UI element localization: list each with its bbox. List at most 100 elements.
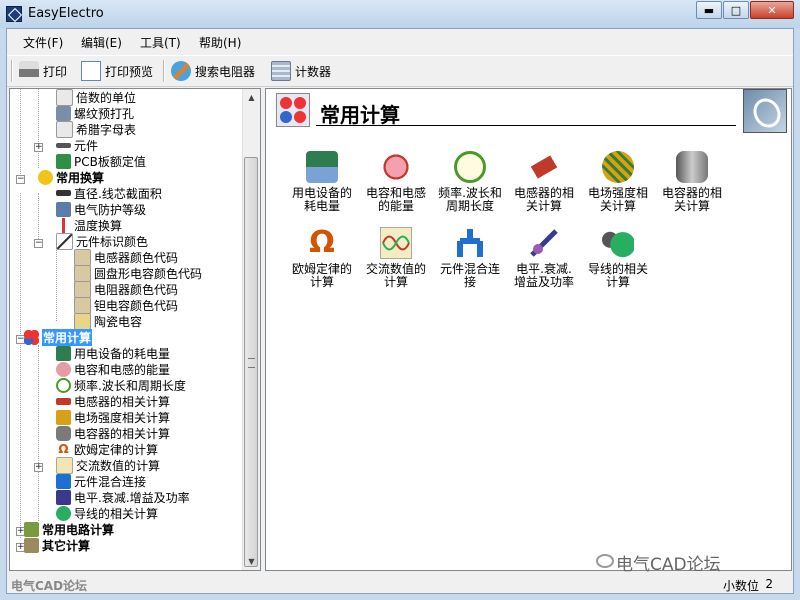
circuit-icon — [24, 521, 39, 537]
inductor-icon — [74, 248, 91, 266]
calc-item-mixed[interactable]: 元件混合连接 — [432, 227, 508, 289]
tree-node[interactable]: 常用换算 — [38, 169, 104, 185]
power-icon — [56, 345, 71, 361]
expand-toggle[interactable]: + — [34, 143, 43, 152]
calculator-button[interactable]: 计数器 — [271, 59, 331, 83]
expand-toggle[interactable]: + — [34, 463, 43, 472]
close-button[interactable]: ✕ — [750, 1, 794, 19]
menu-bar: 文件(F) 编辑(E) 工具(T) 帮助(H) — [7, 29, 793, 53]
search-resistor-button[interactable]: 搜索电阻器 — [171, 59, 255, 83]
menu-tools[interactable]: 工具(T) — [140, 34, 181, 51]
tree-node[interactable]: 希腊字母表 — [56, 120, 136, 138]
mixed-icon — [56, 473, 71, 489]
navigation-tree[interactable]: + − − − + + + 倍数的单位 螺纹预打孔 希腊字母表 元件 PCB板额… — [9, 88, 261, 571]
tree-node[interactable]: 电场强度相关计算 — [56, 409, 170, 425]
tree-node[interactable]: 倍数的单位 — [56, 89, 136, 106]
minimize-button[interactable]: ▬ — [696, 1, 722, 19]
calc-item-ohm[interactable]: Ω 欧姆定律的 计算 — [284, 227, 360, 289]
calc-item-field[interactable]: 电场强度相 关计算 — [580, 151, 656, 213]
tree-node[interactable]: 交流数值的计算 — [56, 456, 160, 474]
print-button[interactable]: 打印 — [19, 59, 67, 83]
component-icon — [56, 142, 71, 148]
tree-scrollbar[interactable]: ▲ ▼ — [242, 89, 260, 570]
field-icon — [602, 151, 634, 183]
calc-item-frequency[interactable]: 频率.波长和 周期长度 — [432, 151, 508, 213]
tree-node[interactable]: 其它计算 — [24, 537, 90, 553]
title-underline — [316, 125, 736, 126]
level-icon — [56, 489, 71, 505]
inductor-icon — [526, 152, 562, 182]
print-preview-button[interactable]: 打印预览 — [81, 59, 153, 83]
resistor-icon — [74, 280, 91, 298]
calc-item-inductor[interactable]: 电感器的相 关计算 — [506, 151, 582, 213]
ohm-icon: Ω — [309, 225, 335, 260]
calc-item-capacitor[interactable]: 电容器的相 关计算 — [654, 151, 730, 213]
client-area: 文件(F) 编辑(E) 工具(T) 帮助(H) 打印 打印预览 搜索电阻器 计数 — [6, 28, 794, 594]
menu-edit[interactable]: 编辑(E) — [81, 34, 122, 51]
disc-capacitor-icon — [74, 264, 91, 282]
window-title: EasyElectro — [28, 6, 104, 21]
tree-node[interactable]: 钽电容颜色代码 — [74, 296, 178, 314]
menu-file[interactable]: 文件(F) — [23, 34, 63, 51]
document-icon — [56, 89, 73, 106]
tree-node[interactable]: 用电设备的耗电量 — [56, 345, 170, 361]
tree-node[interactable]: 螺纹预打孔 — [56, 105, 134, 121]
calc-item-level[interactable]: 电平.衰减. 增益及功率 — [506, 227, 582, 289]
print-preview-label: 打印预览 — [105, 64, 154, 79]
conductor-icon — [56, 505, 71, 521]
inductor-icon — [56, 397, 71, 405]
content-panel: 常用计算 用电设备的 耗电量 电容和电感 的能量 频率.波长和 周期长度 电感器的相关… — [265, 88, 792, 571]
clock-icon — [56, 377, 71, 393]
maximize-button[interactable]: □ — [723, 1, 749, 19]
tree-node-selected[interactable]: 常用计算 — [24, 328, 93, 346]
tree-node[interactable]: 电感器的相关计算 — [56, 393, 170, 409]
calc-item-conductor[interactable]: 导线的相关 计算 — [580, 227, 656, 289]
tree-node[interactable]: 频率.波长和周期长度 — [56, 377, 186, 393]
ohm-icon: Ω — [58, 441, 69, 456]
clock-icon — [454, 151, 486, 183]
other-icon — [24, 537, 39, 553]
app-logo-icon — [6, 6, 22, 22]
tree-node[interactable]: 电平.衰减.增益及功率 — [56, 489, 190, 505]
capacitor-icon — [676, 151, 708, 183]
tree-node[interactable]: 电感器颜色代码 — [74, 248, 178, 266]
calc-item-energy[interactable]: 电容和电感 的能量 — [358, 151, 434, 213]
collapse-toggle[interactable]: − — [16, 175, 25, 184]
calc-item-power[interactable]: 用电设备的 耗电量 — [284, 151, 360, 213]
field-icon — [56, 409, 71, 425]
tree-node[interactable]: 电容和电感的能量 — [56, 361, 170, 377]
tree-node[interactable]: 电阻器颜色代码 — [74, 280, 178, 298]
document-icon — [56, 120, 73, 138]
tree-node[interactable]: 元件混合连接 — [56, 473, 146, 489]
tree-node[interactable]: 导线的相关计算 — [56, 505, 158, 521]
toolbar-separator — [163, 60, 165, 82]
tree-node[interactable]: 电容器的相关计算 — [56, 425, 170, 441]
tree-node[interactable]: 电气防护等级 — [56, 201, 146, 217]
conductor-icon — [602, 227, 634, 259]
pcb-icon — [56, 153, 71, 169]
screw-icon — [56, 105, 71, 121]
scroll-thumb[interactable] — [244, 157, 258, 567]
app-window: EasyElectro ▬ □ ✕ 文件(F) 编辑(E) 工具(T) 帮助(H… — [0, 0, 800, 600]
tree-node[interactable]: Ω 欧姆定律的计算 — [56, 441, 158, 457]
tree-node[interactable]: 常用电路计算 — [24, 521, 114, 537]
energy-icon — [380, 151, 412, 183]
tree-node[interactable]: 陶瓷电容 — [74, 312, 142, 330]
decimal-places-value[interactable]: 2 — [765, 577, 773, 591]
title-bar[interactable]: EasyElectro ▬ □ ✕ — [0, 0, 800, 28]
calc-item-ac[interactable]: 交流数值的 计算 — [358, 227, 434, 289]
toolbar-separator — [11, 60, 13, 82]
collapse-toggle[interactable]: − — [34, 239, 43, 248]
scroll-down-arrow-icon[interactable]: ▼ — [243, 553, 260, 570]
capacitor-icon — [56, 425, 71, 441]
scroll-up-arrow-icon[interactable]: ▲ — [243, 89, 260, 106]
tree-node[interactable]: PCB板额定值 — [56, 153, 146, 169]
tree-node[interactable]: 元件标识颜色 — [56, 232, 148, 250]
resistor-search-icon — [171, 61, 191, 81]
tree-node[interactable]: 温度换算 — [56, 217, 122, 233]
watermark-text: 电气CAD论坛 — [616, 555, 721, 575]
tree-node[interactable]: 直径.线芯截面积 — [56, 185, 162, 201]
tree-node[interactable]: 圆盘形电容颜色代码 — [74, 264, 202, 282]
tree-node[interactable]: 元件 — [56, 137, 98, 153]
menu-help[interactable]: 帮助(H) — [199, 34, 241, 51]
